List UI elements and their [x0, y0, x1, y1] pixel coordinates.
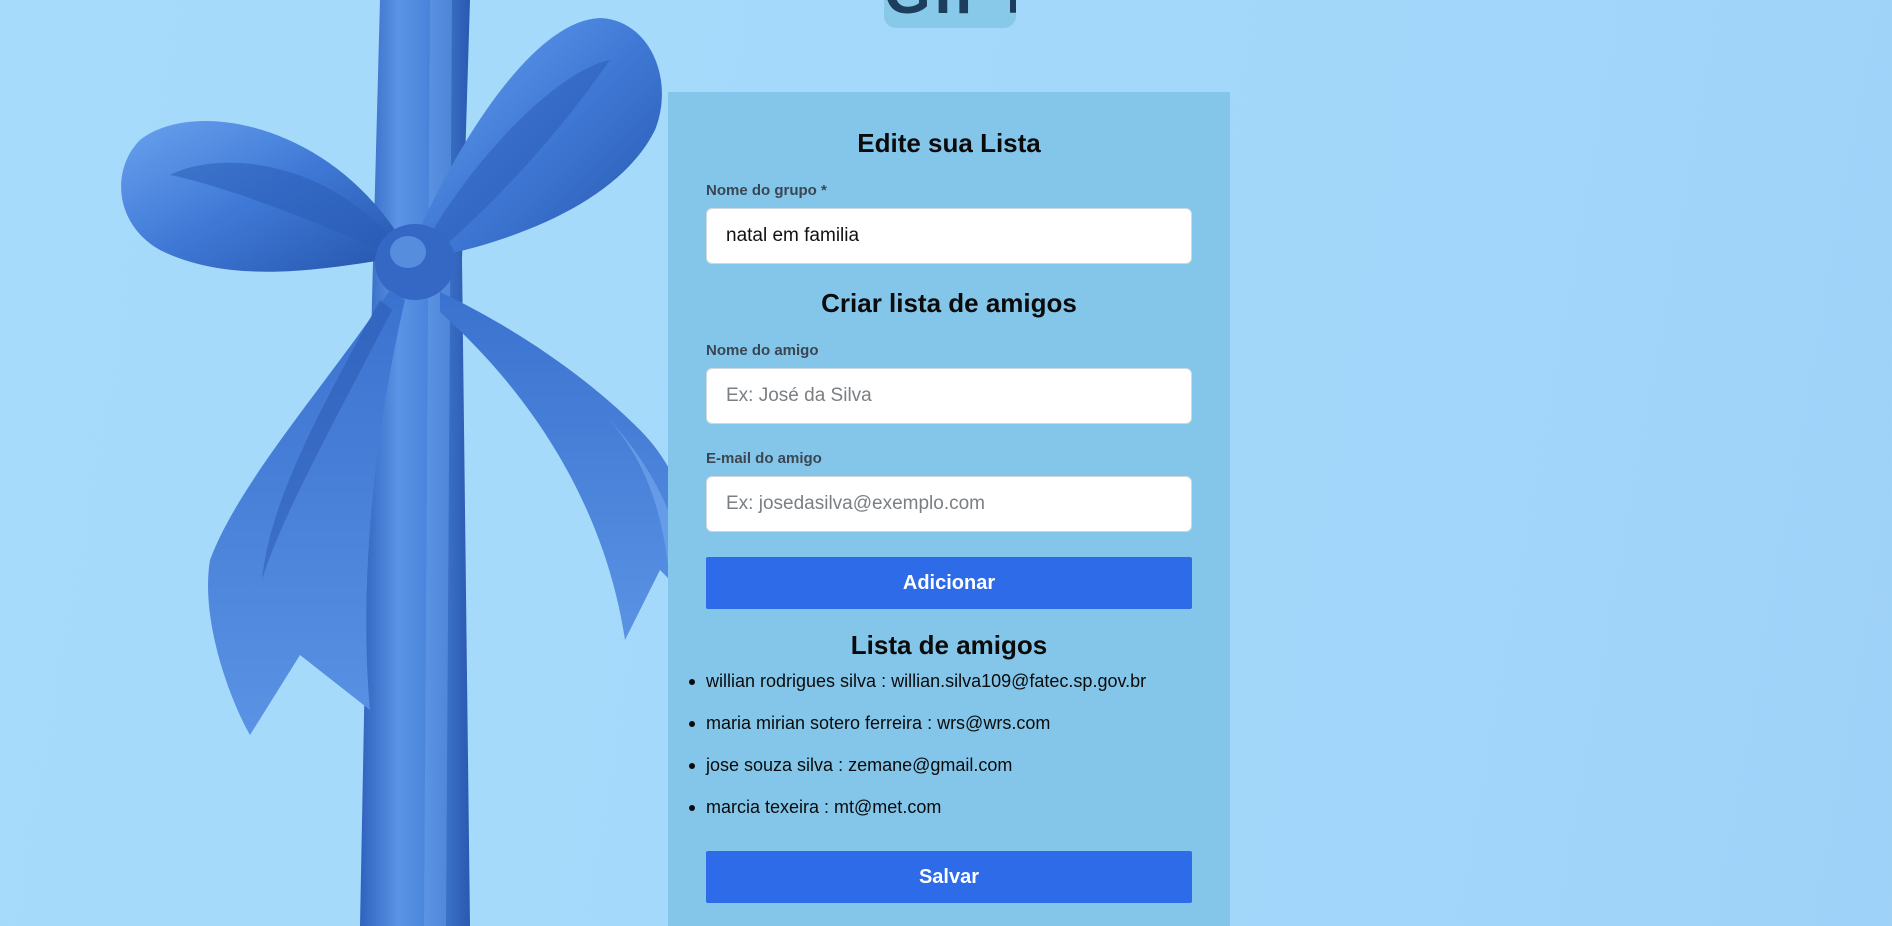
- list-item: marcia texeira : mt@met.com: [689, 796, 1146, 838]
- logo[interactable]: GIFT: [884, 0, 1016, 28]
- bullet-icon: [689, 763, 695, 769]
- edit-list-panel: Edite sua Lista Nome do grupo * Criar li…: [668, 92, 1230, 926]
- list-item: maria mirian sotero ferreira : wrs@wrs.c…: [689, 712, 1146, 754]
- logo-text: GIFT: [884, 0, 1016, 27]
- friend-entry-text: maria mirian sotero ferreira : wrs@wrs.c…: [706, 713, 1051, 733]
- friends-list: willian rodrigues silva : willian.silva1…: [689, 670, 1147, 838]
- friend-email-input[interactable]: [706, 476, 1192, 532]
- list-item: jose souza silva : zemane@gmail.com: [689, 754, 1146, 796]
- group-name-label: Nome do grupo *: [706, 182, 827, 199]
- add-friend-button[interactable]: Adicionar: [706, 557, 1192, 609]
- bullet-icon: [689, 805, 695, 811]
- list-item: willian rodrigues silva : willian.silva1…: [689, 670, 1147, 712]
- group-name-input[interactable]: [706, 208, 1192, 264]
- bullet-icon: [689, 679, 695, 685]
- friend-entry-text: marcia texeira : mt@met.com: [706, 797, 942, 817]
- bullet-icon: [689, 721, 695, 727]
- create-friends-list-title: Criar lista de amigos: [821, 288, 1077, 318]
- friend-name-input[interactable]: [706, 368, 1192, 424]
- edit-list-title: Edite sua Lista: [857, 128, 1041, 158]
- save-button[interactable]: Salvar: [706, 851, 1192, 903]
- ribbon-bow-background: [121, 0, 701, 926]
- friend-entry-text: jose souza silva : zemane@gmail.com: [706, 755, 1013, 775]
- friend-entry-text: willian rodrigues silva : willian.silva1…: [706, 671, 1147, 691]
- friend-email-label: E-mail do amigo: [706, 450, 822, 467]
- friends-list-title: Lista de amigos: [850, 630, 1048, 660]
- friend-name-label: Nome do amigo: [706, 342, 819, 359]
